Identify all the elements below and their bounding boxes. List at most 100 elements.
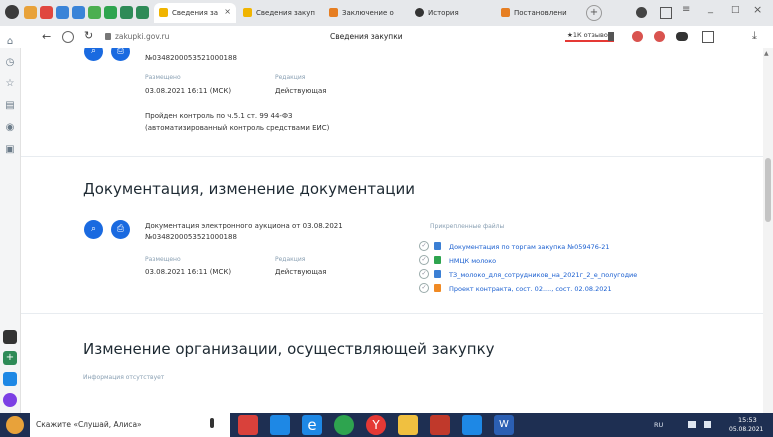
- app-icon[interactable]: [3, 330, 17, 344]
- apps-icon[interactable]: ▣: [4, 144, 16, 156]
- protect-icon[interactable]: [62, 31, 74, 43]
- star-icon[interactable]: ☆: [4, 78, 16, 90]
- bookmark-icon[interactable]: [608, 32, 614, 41]
- posted-label: Размещено: [145, 74, 181, 81]
- edition-label: Редакция: [275, 256, 306, 263]
- file-verified-icon: ✓: [419, 269, 429, 279]
- pinned-tab-icon[interactable]: [72, 6, 85, 19]
- scrollbar-thumb[interactable]: [765, 158, 771, 222]
- taskbar-app-icon[interactable]: [430, 415, 450, 435]
- browser-sidebar: ⌂ ◷ ☆ ▤ ◉ ▣ +: [0, 36, 21, 413]
- posted-value: 03.08.2021 16:11 (МСК): [145, 268, 232, 276]
- reload-icon[interactable]: ↻: [84, 29, 93, 42]
- section-title-org: Изменение организации, осуществляющей за…: [83, 340, 495, 358]
- file-link[interactable]: Проект контракта, сост. 02...., сост. 02…: [449, 285, 612, 293]
- address-bar: ← ↻ zakupki.gov.ru Сведения закупки ★1К …: [0, 26, 773, 49]
- edition-label: Редакция: [275, 74, 306, 81]
- start-icon[interactable]: [6, 416, 24, 434]
- tab[interactable]: Сведения закуп: [238, 3, 322, 23]
- print-button[interactable]: ⎙: [111, 48, 130, 61]
- media-icon[interactable]: ◉: [4, 122, 16, 134]
- notice-number: №0348200053521000188: [145, 54, 237, 62]
- control-line-2: (автоматизированный контроль средствами …: [145, 124, 330, 132]
- scroll-up-icon[interactable]: ▲: [764, 50, 769, 57]
- extension-icon[interactable]: [676, 32, 688, 41]
- file-icon: [434, 284, 441, 292]
- taskbar-app-icon[interactable]: [270, 415, 290, 435]
- collections-icon[interactable]: [660, 7, 672, 19]
- posted-label: Размещено: [145, 256, 181, 263]
- file-link[interactable]: НМЦК молоко: [449, 257, 496, 265]
- edge-icon[interactable]: e: [302, 415, 322, 435]
- tab-label: Сведения за: [172, 9, 219, 17]
- print-button[interactable]: ⎙: [111, 220, 130, 239]
- maximize-icon[interactable]: □: [731, 5, 740, 15]
- files-label: Прикрепленные файлы: [430, 223, 505, 230]
- sidebar-toggle-icon[interactable]: [702, 31, 714, 43]
- taskbar-search[interactable]: Скажите «Слушай, Алиса»: [30, 413, 230, 437]
- tab-label: Заключение о: [342, 9, 394, 17]
- pinned-tab-icon[interactable]: [104, 6, 117, 19]
- tray-volume-icon[interactable]: [704, 421, 711, 428]
- close-window-icon[interactable]: ×: [753, 3, 762, 16]
- file-explorer-icon[interactable]: [398, 415, 418, 435]
- taskbar-app-icon[interactable]: [462, 415, 482, 435]
- taskbar-search-text: Скажите «Слушай, Алиса»: [36, 420, 142, 429]
- word-icon[interactable]: W: [494, 415, 514, 435]
- extension-icon[interactable]: [632, 31, 643, 42]
- assistant-icon[interactable]: [3, 393, 17, 407]
- file-link[interactable]: Документация по торгам закупка №059476-2…: [449, 243, 610, 251]
- extension-icon[interactable]: [654, 31, 665, 42]
- microphone-icon[interactable]: [210, 418, 214, 428]
- add-app-icon[interactable]: +: [3, 351, 17, 365]
- browser-logo-icon[interactable]: [5, 5, 19, 19]
- tab-favicon-icon: [329, 8, 338, 17]
- play-icon[interactable]: [3, 372, 17, 386]
- tab[interactable]: Заключение о: [324, 3, 408, 23]
- home-icon[interactable]: ⌂: [4, 36, 16, 48]
- edition-value: Действующая: [275, 87, 327, 95]
- tab-active[interactable]: Сведения за ×: [154, 3, 236, 23]
- search-doc-button[interactable]: ⌕: [84, 220, 103, 239]
- doc-number: №0348200053521000188: [145, 233, 237, 241]
- pinned-tab-icon[interactable]: [56, 6, 69, 19]
- section-divider: [21, 156, 763, 157]
- file-verified-icon: ✓: [419, 283, 429, 293]
- pinned-tab-icon[interactable]: [88, 6, 101, 19]
- section-divider: [21, 313, 763, 314]
- pinned-tab-icon[interactable]: [40, 6, 53, 19]
- tab[interactable]: История: [410, 3, 494, 23]
- scrollbar[interactable]: ▲: [763, 48, 773, 413]
- new-tab-icon[interactable]: +: [586, 5, 602, 21]
- tab-label: Сведения закуп: [256, 9, 315, 17]
- file-icon: [434, 270, 441, 278]
- tab-close-icon[interactable]: ×: [224, 7, 231, 16]
- tray-language[interactable]: RU: [654, 421, 663, 429]
- pinned-tab-icon[interactable]: [24, 6, 37, 19]
- taskbar-app-icon[interactable]: [238, 415, 258, 435]
- account-icon[interactable]: [636, 7, 647, 18]
- search-doc-button[interactable]: ⌕: [84, 48, 103, 61]
- clock-date[interactable]: 05.08.2021: [729, 426, 763, 433]
- back-icon[interactable]: ←: [42, 30, 51, 43]
- chrome-icon[interactable]: [334, 415, 354, 435]
- notes-icon[interactable]: ▤: [4, 100, 16, 112]
- download-icon[interactable]: ⤓: [752, 29, 757, 43]
- clock-time[interactable]: 15:53: [738, 416, 757, 424]
- history-icon[interactable]: ◷: [4, 57, 16, 69]
- yandex-icon[interactable]: Y: [366, 415, 386, 435]
- file-link[interactable]: ТЗ_молоко_для_сотрудников_на_2021г_2_е_п…: [449, 271, 637, 279]
- tab-favicon-icon: [415, 8, 424, 17]
- pinned-tab-icon[interactable]: [120, 6, 133, 19]
- tab[interactable]: Постановлени: [496, 3, 580, 23]
- pinned-tab-icon[interactable]: [136, 6, 149, 19]
- tab-favicon-icon: [159, 8, 168, 17]
- doc-title[interactable]: Документация электронного аукциона от 03…: [145, 222, 343, 230]
- tray-network-icon[interactable]: [688, 421, 696, 428]
- menu-icon[interactable]: ≡: [682, 4, 690, 15]
- minimize-icon[interactable]: _: [708, 3, 713, 14]
- tab-favicon-icon: [243, 8, 252, 17]
- url-field[interactable]: zakupki.gov.ru: [115, 32, 169, 41]
- lock-icon: [105, 33, 111, 40]
- reviews-badge[interactable]: ★1К отзывов: [565, 30, 614, 42]
